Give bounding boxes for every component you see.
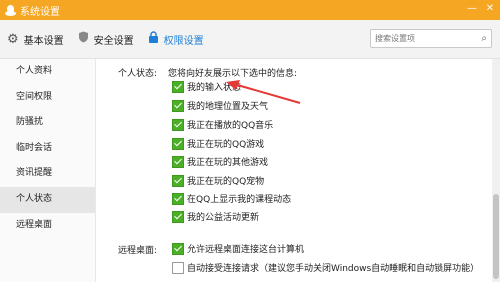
checkbox[interactable] [172,99,184,112]
sidebar-item-anti-harassment[interactable]: 防骚扰 [0,110,95,136]
tab-label: 基本设置 [23,35,64,47]
minimize-icon[interactable]: — [466,3,478,15]
close-icon[interactable]: ✕ [484,3,496,15]
shield-icon [78,31,89,47]
option-label: 我的输入状态 [187,83,242,93]
personal-status-label: 个人状态: [118,69,158,79]
option-other-game[interactable]: 我正在玩的其他游戏 [172,154,268,169]
checkbox[interactable] [172,261,184,274]
scrollbar-thumb[interactable] [493,194,499,279]
tab-label: 安全设置 [93,35,134,47]
personal-status-hint: 您将向好友展示以下选中的信息: [168,69,298,79]
window-title: 系统设置 [20,6,60,18]
checkbox[interactable] [172,155,184,168]
option-location-weather[interactable]: 我的地理位置及天气 [172,98,268,113]
sidebar-item-temp-session[interactable]: 临时会话 [0,136,95,162]
checkbox[interactable] [172,210,184,223]
checkbox[interactable] [172,192,184,205]
scrollbar[interactable] [492,59,500,282]
gear-icon: ⚙ [7,31,19,47]
sidebar-item-personal-status[interactable]: 个人状态 [0,186,95,213]
sidebar: 个人资料 空间权限 防骚扰 临时会话 资讯提醒 个人状态 远程桌面 [0,59,96,282]
option-charity-updates[interactable]: 我的公益活动更新 [172,209,259,224]
option-label: 我正在玩的QQ游戏 [187,140,265,150]
search-input[interactable] [371,31,479,46]
tab-basic-settings[interactable]: ⚙ 基本设置 [0,20,71,58]
option-label: 自动接受连接请求（建议您手动关闭Windows自动睡眠和自动锁屏功能） [187,264,480,274]
checkbox[interactable] [172,137,184,150]
search-box[interactable]: ⌕ [370,29,492,48]
option-label: 我的公益活动更新 [187,213,260,223]
option-label: 允许远程桌面连接这台计算机 [187,245,305,255]
option-label: 我正在播放的QQ音乐 [187,121,274,131]
qq-penguin-icon [5,4,16,16]
sidebar-item-remote-desktop[interactable]: 远程桌面 [0,213,95,239]
checkbox[interactable] [172,118,184,131]
option-label: 我正在玩的QQ宠物 [187,177,265,187]
settings-content: 个人状态: 您将向好友展示以下选中的信息: 我的输入状态 我的地理位置及天气 我… [96,59,500,282]
checkbox[interactable] [172,242,184,255]
tab-permission-settings[interactable]: 权限设置 [141,20,211,58]
checkbox[interactable] [172,174,184,187]
remote-desktop-label: 远程桌面: [118,246,158,256]
option-label: 我正在玩的其他游戏 [187,158,269,168]
tab-security-settings[interactable]: 安全设置 [71,20,141,58]
lock-icon [148,31,159,47]
option-label: 在QQ上显示我的课程动态 [187,195,292,205]
sidebar-item-news-reminder[interactable]: 资讯提醒 [0,161,95,187]
option-allow-remote[interactable]: 允许远程桌面连接这台计算机 [172,241,304,256]
title-bar: 系统设置 — ✕ [0,0,500,20]
tab-label: 权限设置 [163,35,204,47]
option-qq-music[interactable]: 我正在播放的QQ音乐 [172,117,273,132]
checkbox[interactable] [172,80,184,93]
search-icon[interactable]: ⌕ [481,33,487,44]
settings-toolbar: ⚙ 基本设置 安全设置 权限设置 ⌕ [0,20,500,59]
option-qq-pet[interactable]: 我正在玩的QQ宠物 [172,173,264,188]
option-auto-accept[interactable]: 自动接受连接请求（建议您手动关闭Windows自动睡眠和自动锁屏功能） [172,260,479,275]
sidebar-item-profile[interactable]: 个人资料 [0,59,95,85]
option-label: 我的地理位置及天气 [187,102,269,112]
option-course-updates[interactable]: 在QQ上显示我的课程动态 [172,191,291,206]
option-input-status[interactable]: 我的输入状态 [172,79,241,94]
option-qq-game[interactable]: 我正在玩的QQ游戏 [172,136,264,151]
sidebar-item-space-permissions[interactable]: 空间权限 [0,85,95,111]
